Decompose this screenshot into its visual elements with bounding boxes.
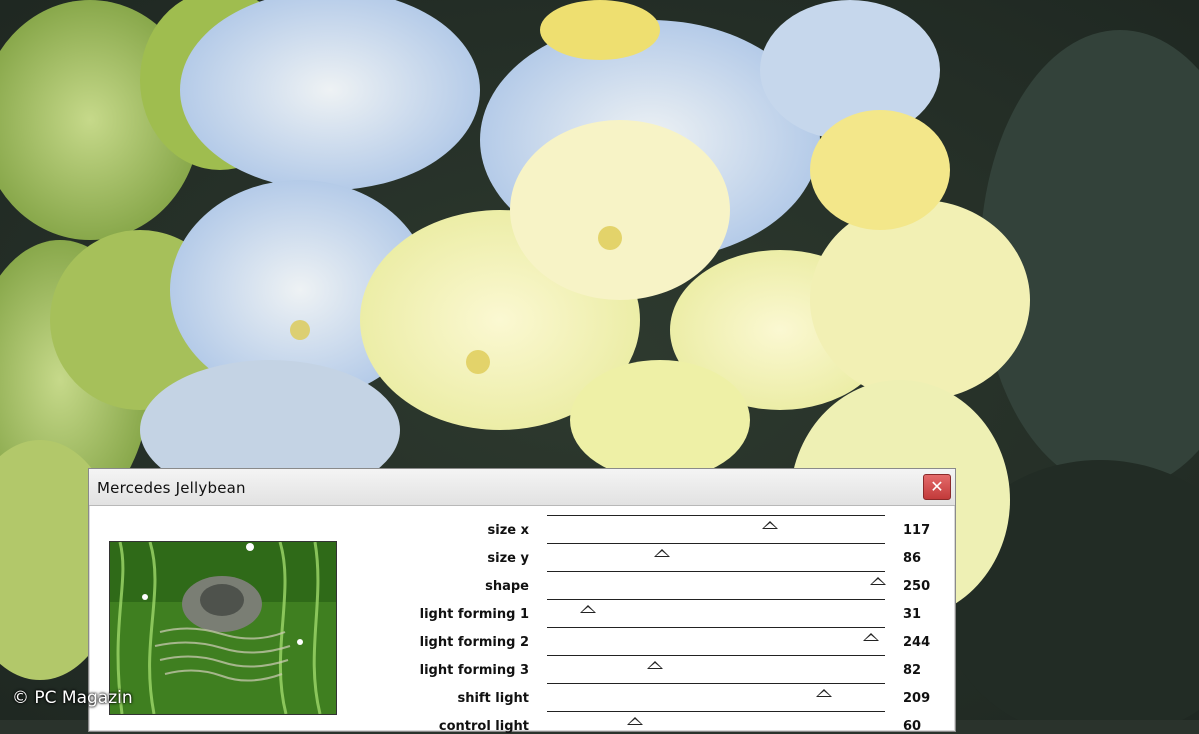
slider-track-shift-light[interactable] — [547, 683, 885, 684]
param-label-light-forming-1: light forming 1 — [419, 607, 529, 622]
slider-thumb-light-forming-3[interactable] — [647, 661, 664, 669]
param-label-shape: shape — [485, 579, 529, 594]
param-value-light-forming-2: 244 — [903, 635, 931, 650]
slider-track-light-forming-1[interactable] — [547, 599, 885, 600]
slider-track-shape[interactable] — [547, 571, 885, 572]
param-label-shift-light: shift light — [457, 691, 529, 706]
param-value-shift-light: 209 — [903, 691, 931, 706]
param-label-control-light: control light — [438, 719, 529, 734]
slider-thumb-control-light[interactable] — [626, 717, 643, 725]
slider-track-size-x[interactable] — [547, 515, 885, 516]
param-value-light-forming-1: 31 — [903, 607, 922, 622]
copyright-notice: © PC Magazin — [12, 688, 133, 708]
slider-thumb-light-forming-2[interactable] — [863, 633, 880, 641]
close-button[interactable]: ✕ — [923, 474, 951, 500]
preview-image-icon — [110, 542, 336, 714]
dialog-titlebar[interactable]: Mercedes Jellybean ✕ — [89, 469, 955, 506]
param-label-light-forming-3: light forming 3 — [419, 663, 529, 678]
slider-thumb-size-x[interactable] — [762, 521, 779, 529]
slider-track-size-y[interactable] — [547, 543, 885, 544]
param-value-shape: 250 — [903, 579, 931, 594]
param-value-light-forming-3: 82 — [903, 663, 922, 678]
close-icon: ✕ — [930, 477, 944, 496]
param-label-light-forming-2: light forming 2 — [419, 635, 529, 650]
slider-track-light-forming-3[interactable] — [547, 655, 885, 656]
slider-thumb-light-forming-1[interactable] — [579, 605, 596, 613]
filter-preview-image — [109, 541, 337, 715]
slider-thumb-shape[interactable] — [870, 577, 887, 585]
param-label-size-y: size y — [487, 551, 529, 566]
slider-thumb-shift-light[interactable] — [816, 689, 833, 697]
dialog-title: Mercedes Jellybean — [97, 479, 246, 497]
param-label-size-x: size x — [487, 523, 530, 538]
slider-track-light-forming-2[interactable] — [547, 627, 885, 628]
slider-track-control-light[interactable] — [547, 711, 885, 712]
param-value-size-x: 117 — [903, 523, 931, 538]
param-value-control-light: 60 — [903, 719, 922, 734]
slider-thumb-size-y[interactable] — [653, 549, 670, 557]
param-value-size-y: 86 — [903, 551, 922, 566]
filter-dialog: Mercedes Jellybean ✕ size x 117 size y 8… — [88, 468, 956, 734]
